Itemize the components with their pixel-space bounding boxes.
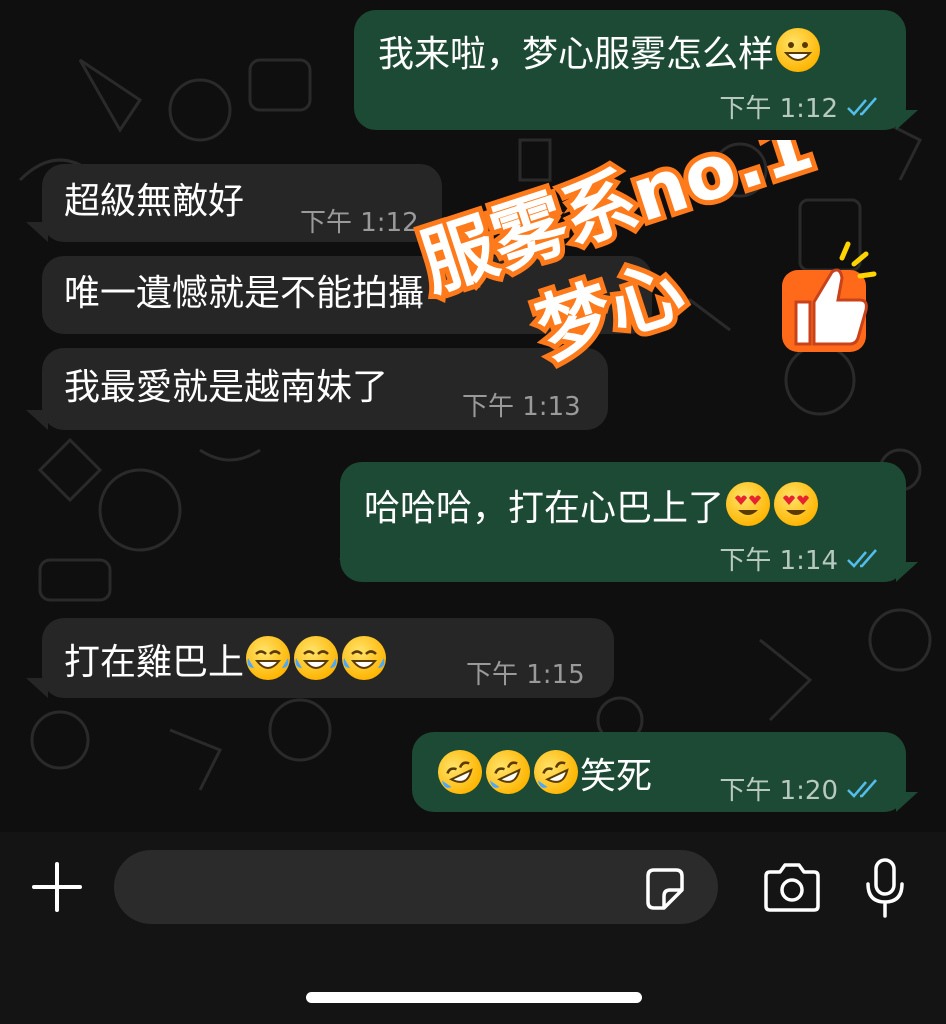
rofl-emoji (430, 742, 490, 802)
thumbs-up-icon (782, 241, 877, 352)
outgoing-message[interactable]: 笑死 下午 1:20 (412, 732, 906, 812)
incoming-message[interactable]: 打在雞巴上 下午 1:15 (42, 618, 614, 698)
message-time: 下午 1:12 (300, 208, 419, 238)
bubble-tail (26, 678, 48, 698)
message-text: 打在雞巴上 (64, 642, 245, 683)
message-time: 下午 1:12 (719, 94, 838, 124)
read-receipt-icon (847, 778, 877, 798)
message-text: 超級無敵好 (64, 181, 245, 222)
message-text: 笑死 (580, 756, 653, 797)
tears-of-joy-emoji (342, 636, 387, 680)
read-receipt-icon (847, 548, 877, 568)
message-text: 我来啦，梦心服雾怎么样 (378, 34, 775, 75)
attach-button[interactable] (30, 860, 84, 914)
message-text: 唯一遺憾就是不能拍攝 (64, 273, 425, 314)
camera-button[interactable] (760, 862, 824, 914)
grinning-face-emoji (776, 28, 821, 72)
incoming-message[interactable]: 超級無敵好 下午 1:12 (42, 164, 442, 242)
plus-icon (32, 862, 82, 912)
bubble-tail (896, 562, 918, 582)
heart-eyes-emoji (774, 482, 819, 526)
message-time: 下午 1:20 (719, 776, 838, 806)
microphone-icon (866, 858, 904, 918)
microphone-button[interactable] (860, 856, 910, 922)
bubble-tail (26, 410, 48, 430)
message-time: 下午 1:15 (466, 660, 585, 690)
message-input[interactable] (114, 850, 718, 924)
rofl-emoji (526, 742, 586, 802)
sticker-graphic: 服雾系no.1 服雾系no.1 梦心 梦心 (406, 96, 877, 380)
bubble-tail (896, 110, 918, 130)
outgoing-message[interactable]: 我来啦，梦心服雾怎么样 下午 1:12 (354, 10, 906, 130)
sticker-button[interactable] (640, 864, 690, 914)
sticker-image[interactable]: 服雾系no.1 服雾系no.1 梦心 梦心 (406, 96, 890, 380)
camera-icon (764, 863, 820, 912)
message-time: 下午 1:13 (462, 392, 581, 422)
message-time: 下午 1:14 (719, 546, 838, 576)
message-text: 哈哈哈，打在心巴上了 (364, 488, 725, 529)
tears-of-joy-emoji (246, 636, 291, 680)
heart-eyes-emoji (726, 482, 771, 526)
bubble-tail (26, 222, 48, 242)
bubble-tail (896, 792, 918, 812)
outgoing-message[interactable]: 哈哈哈，打在心巴上了 下午 1:14 (340, 462, 906, 582)
rofl-emoji (478, 742, 538, 802)
home-indicator[interactable] (306, 992, 642, 1003)
tears-of-joy-emoji (294, 636, 339, 680)
message-text: 我最愛就是越南妹了 (64, 367, 389, 408)
read-receipt-icon (847, 96, 877, 116)
sticker-icon (646, 868, 684, 910)
